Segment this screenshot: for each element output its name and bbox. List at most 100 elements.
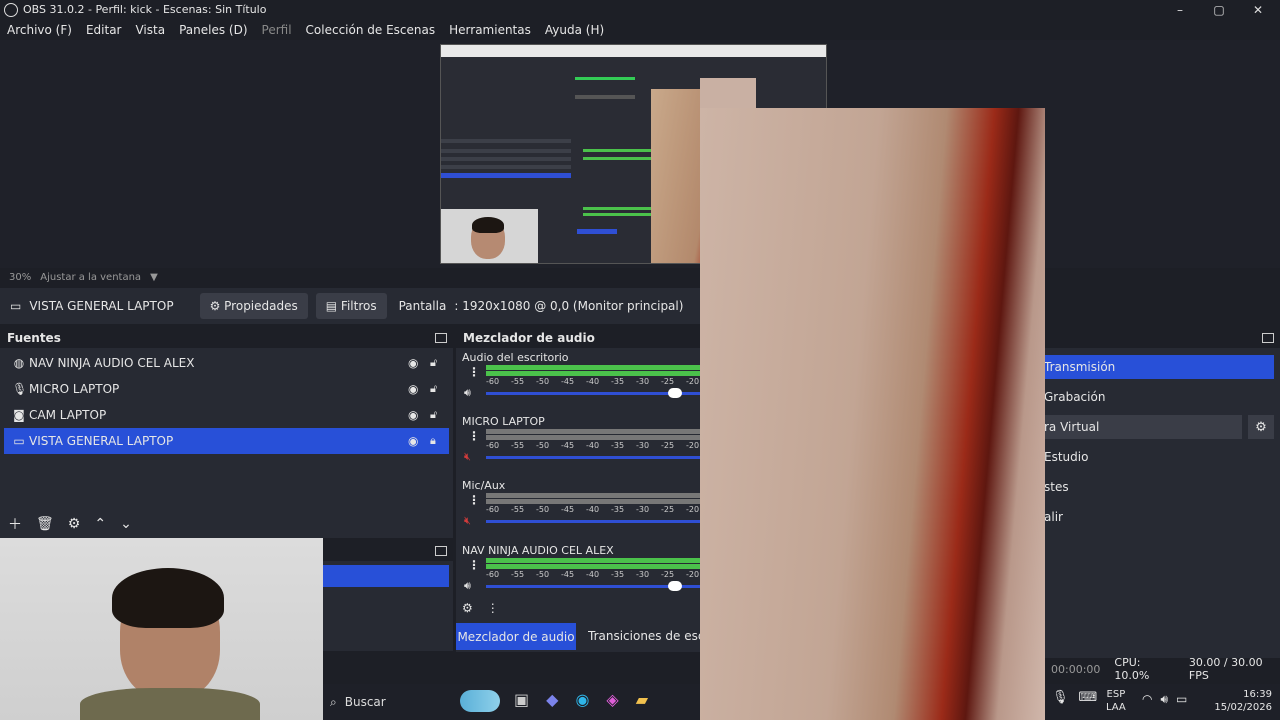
float-dock-icon[interactable]	[435, 546, 447, 556]
copilot-icon[interactable]: ◈	[606, 690, 618, 709]
muted-speaker-icon[interactable]: 🔇︎	[464, 514, 471, 528]
lock-icon[interactable]: 🔓︎	[430, 382, 437, 396]
menu-archivo[interactable]: Archivo (F)	[0, 23, 79, 37]
fit-to-window-dropdown[interactable]: Ajustar a la ventana	[40, 272, 141, 283]
tab-audio-mixer[interactable]: Mezclador de audio	[456, 623, 576, 650]
taskbar-apps: ▣ ◆ ◉ ◈ ▰	[514, 690, 648, 709]
source-item-nav-ninja[interactable]: ◍ NAV NINJA AUDIO CEL ALEX ◉ 🔓︎	[4, 350, 449, 376]
lock-icon[interactable]: 🔓︎	[430, 408, 437, 422]
source-toolbar: ▭ VISTA GENERAL LAPTOP ⚙ Propiedades ▤ F…	[0, 288, 700, 324]
speaker-icon[interactable]: 🔊︎	[464, 386, 471, 400]
volume-slider[interactable]	[486, 456, 700, 459]
clock[interactable]: 16:39 15/02/2026	[1206, 688, 1272, 714]
volume-meter	[486, 365, 700, 376]
chevron-down-icon[interactable]: ▼	[150, 272, 158, 283]
volume-meter	[486, 429, 700, 440]
visibility-eye-icon[interactable]: ◉	[408, 408, 418, 422]
mini-webcam	[441, 209, 538, 263]
kebab-menu-icon[interactable]: ⋮	[487, 601, 499, 615]
filter-icon: ▤	[325, 299, 338, 313]
move-down-icon[interactable]: ⌄	[120, 516, 132, 532]
move-up-icon[interactable]: ⌃	[94, 516, 106, 532]
kebab-menu-icon[interactable]: ⋮	[468, 365, 480, 379]
visibility-eye-icon[interactable]: ◉	[408, 434, 418, 448]
filters-button[interactable]: ▤ Filtros	[315, 293, 387, 319]
language-indicator[interactable]: ESP LAA	[1106, 688, 1126, 714]
minimize-button[interactable]: –	[1160, 0, 1200, 19]
visibility-eye-icon[interactable]: ◉	[408, 382, 418, 396]
remove-source-icon[interactable]: 🗑︎	[36, 516, 54, 532]
webcam-overlay-edge	[700, 78, 756, 108]
system-tray: 🎙︎ ⌨	[1052, 690, 1097, 705]
channel-name: NAV NINJA AUDIO CEL ALEX	[462, 544, 614, 557]
properties-button[interactable]: ⚙ Propiedades	[199, 293, 308, 319]
virtual-camera-gear-icon[interactable]: ⚙	[1248, 415, 1274, 439]
menu-paneles[interactable]: Paneles (D)	[172, 23, 254, 37]
edge-icon[interactable]: ◉	[575, 690, 589, 709]
float-dock-icon[interactable]	[1262, 333, 1274, 343]
close-button[interactable]: ✕	[1238, 0, 1278, 19]
source-item-vista-general[interactable]: ▭ VISTA GENERAL LAPTOP ◉ 🔒︎	[4, 428, 449, 454]
lock-icon[interactable]: 🔓︎	[430, 356, 437, 370]
volume-slider[interactable]	[486, 520, 700, 523]
source-settings-icon[interactable]: ⚙	[68, 516, 81, 532]
keyboard-icon[interactable]: ⌨	[1079, 690, 1098, 705]
maximize-button[interactable]: ▢	[1199, 0, 1239, 19]
menu-editar[interactable]: Editar	[79, 23, 129, 37]
zoom-level: 30%	[9, 271, 32, 283]
source-item-cam-laptop[interactable]: ◙ CAM LAPTOP ◉ 🔓︎	[4, 402, 449, 428]
mini-titlebar	[441, 45, 826, 57]
teams-icon[interactable]: ◆	[546, 690, 558, 709]
microphone-icon[interactable]: 🎙︎	[1052, 690, 1069, 705]
wifi-icon[interactable]: ◠	[1142, 692, 1152, 707]
selected-source-name: VISTA GENERAL LAPTOP	[29, 299, 174, 313]
settings-button[interactable]: stes	[1044, 475, 1274, 499]
virtual-camera-button[interactable]: ra Virtual	[1044, 415, 1242, 439]
advanced-audio-gear-icon[interactable]: ⚙	[462, 601, 473, 615]
start-streaming-button[interactable]: Transmisión	[1044, 355, 1274, 379]
exit-button[interactable]: alir	[1044, 505, 1274, 529]
menu-coleccion-escenas[interactable]: Colección de Escenas	[299, 23, 443, 37]
meter-ticks: -60 -55 -50 -45 -40 -35 -30 -25 -20	[486, 377, 700, 386]
globe-icon: ◍	[13, 356, 25, 370]
task-view-icon[interactable]: ▣	[514, 690, 529, 709]
battery-icon[interactable]: ▭	[1176, 692, 1187, 707]
menu-vista[interactable]: Vista	[128, 23, 172, 37]
search-highlight-icon[interactable]	[460, 690, 500, 712]
menu-perfil[interactable]: Perfil	[255, 23, 299, 37]
float-dock-icon[interactable]	[435, 333, 447, 343]
microphone-icon: 🎙︎	[12, 382, 28, 396]
lock-icon[interactable]: 🔒︎	[430, 434, 436, 448]
file-explorer-icon[interactable]: ▰	[636, 690, 648, 709]
mixer-channel-nav-ninja: NAV NINJA AUDIO CEL ALEX ⋮ -60 -55 -50 -45-…	[456, 544, 700, 608]
mixer-footer: ⚙ ⋮	[462, 601, 499, 615]
volume-icon[interactable]: 🔊︎	[1160, 692, 1168, 707]
gear-icon: ⚙	[209, 299, 221, 313]
sources-dock: Fuentes ◍ NAV NINJA AUDIO CEL ALEX ◉ 🔓︎ …	[0, 328, 453, 538]
kebab-menu-icon[interactable]: ⋮	[468, 429, 480, 443]
obs-logo-icon	[4, 2, 18, 17]
monitor-icon: ▭	[13, 434, 25, 448]
kebab-menu-icon[interactable]: ⋮	[468, 493, 480, 507]
volume-slider[interactable]	[486, 388, 700, 398]
kebab-menu-icon[interactable]: ⋮	[468, 558, 480, 572]
muted-speaker-icon[interactable]: 🔇︎	[464, 450, 471, 464]
phone-camera-overlay	[700, 108, 1045, 720]
studio-mode-button[interactable]: Estudio	[1044, 445, 1274, 469]
search-icon: ⌕	[330, 694, 337, 709]
speaker-icon[interactable]: 🔊︎	[464, 579, 471, 593]
menu-ayuda[interactable]: Ayuda (H)	[538, 23, 611, 37]
display-select[interactable]: : 1920x1080 @ 0,0 (Monitor principal)	[454, 299, 683, 313]
volume-slider[interactable]	[486, 581, 700, 591]
volume-meter	[486, 558, 700, 569]
visibility-eye-icon[interactable]: ◉	[408, 356, 418, 370]
add-source-icon[interactable]: ＋	[8, 514, 22, 534]
camera-icon: ◙	[13, 408, 25, 422]
channel-name: Mic/Aux	[462, 479, 506, 492]
monitor-icon: ▭	[10, 299, 22, 313]
start-recording-button[interactable]: Grabación	[1044, 385, 1274, 409]
tab-scene-transitions[interactable]: Transiciones de escena	[588, 629, 700, 643]
selected-scene-item[interactable]	[323, 565, 449, 587]
source-item-micro-laptop[interactable]: 🎙︎ MICRO LAPTOP ◉ 🔓︎	[4, 376, 449, 402]
menu-herramientas[interactable]: Herramientas	[442, 23, 538, 37]
